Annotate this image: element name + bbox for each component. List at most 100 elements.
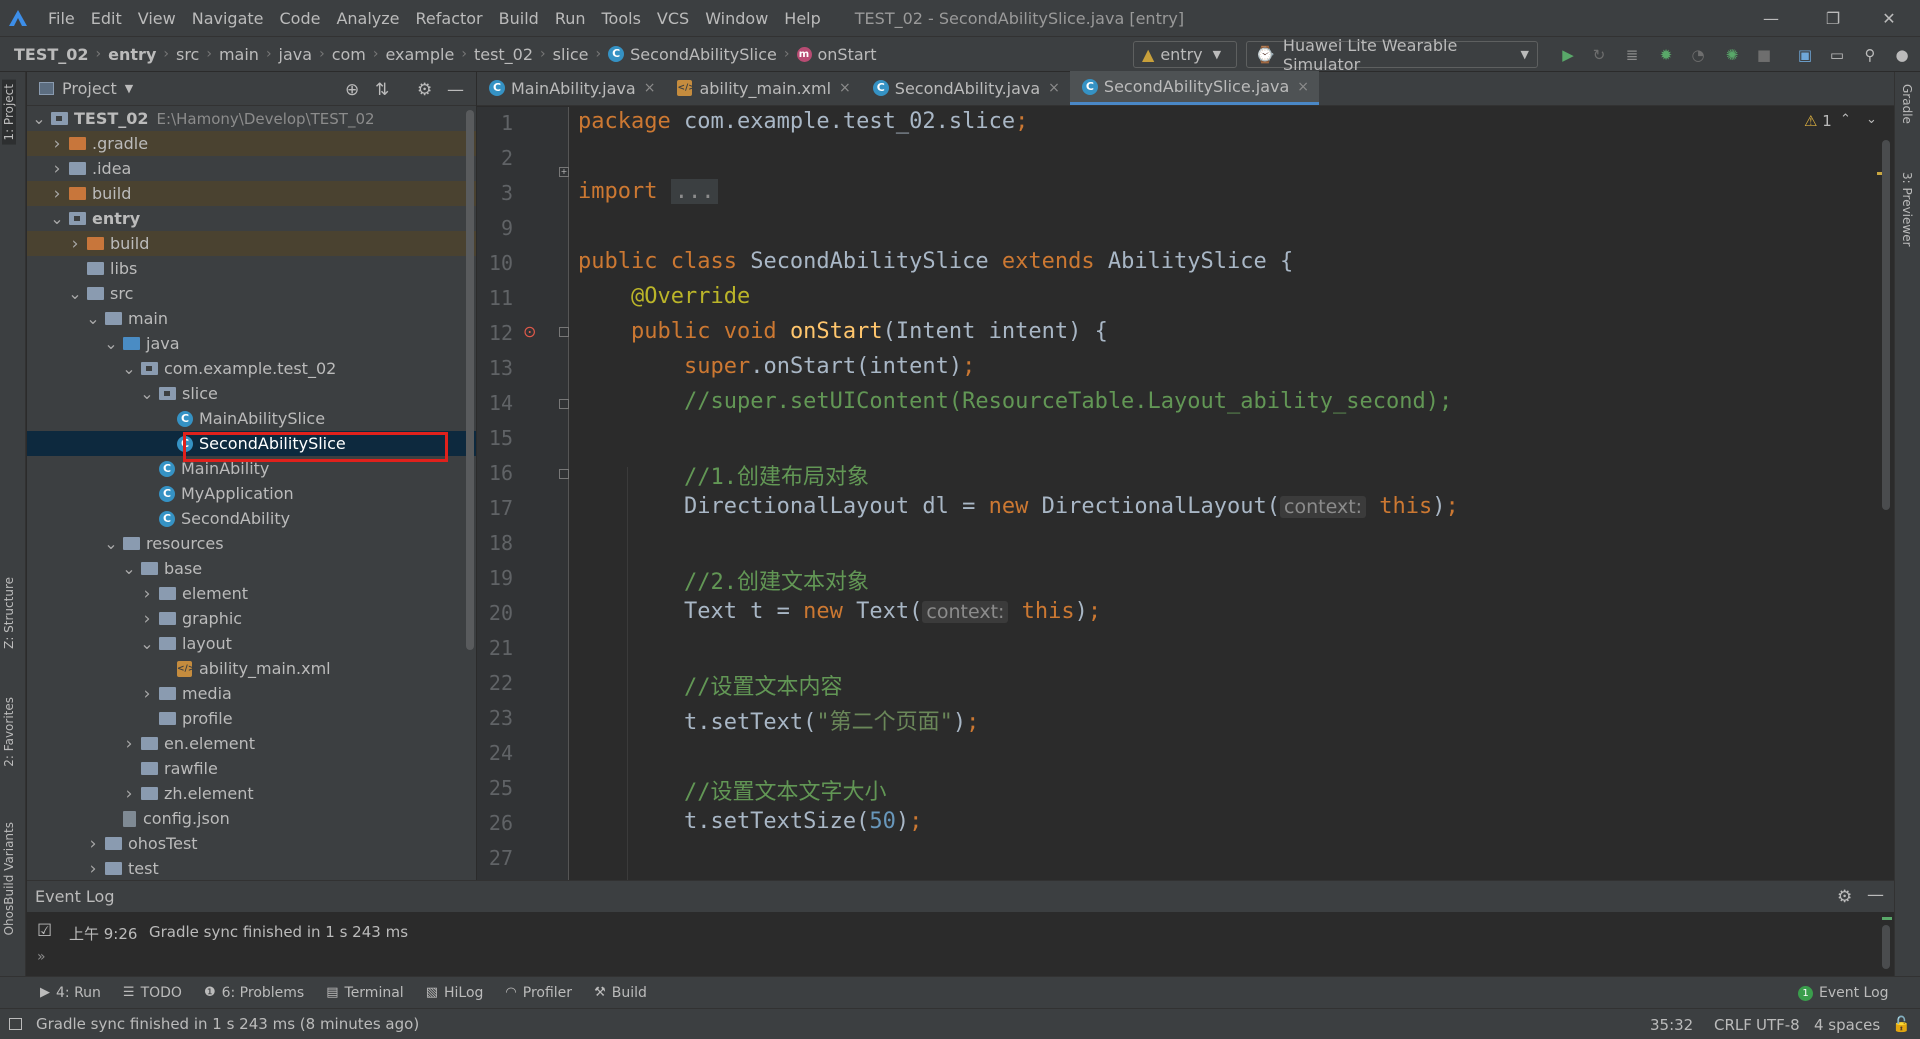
tab-gradle-tool[interactable]: Gradle [1900,84,1914,124]
chevron-down-icon[interactable]: ⌄ [103,335,119,351]
code-line[interactable]: @Override [578,284,750,309]
code-line[interactable]: //2.创建文本对象 [578,564,869,596]
gear-icon[interactable]: ⚙ [1837,887,1852,907]
search-icon[interactable]: ⚲ [1860,45,1880,65]
tree-node[interactable]: › ohosTest [27,831,476,856]
tree-node[interactable]: › build [27,231,476,256]
chevron-right-icon[interactable]: › [85,859,101,879]
override-marker-icon[interactable]: ⊙ [523,322,536,341]
tree-node[interactable]: config.json [27,806,476,831]
run-tool-button[interactable]: ▶ 4: Run [40,985,101,1001]
tree-node[interactable]: C SecondAbility [27,506,476,531]
tree-node[interactable]: ⌄ layout [27,631,476,656]
close-icon[interactable]: × [839,80,851,96]
menu-item-code[interactable]: Code [272,9,329,28]
device-select[interactable]: ⌚ Huawei Lite Wearable Simulator ▼ [1246,36,1538,74]
menu-item-help[interactable]: Help [776,9,828,28]
tree-node[interactable]: ⌄ TEST_02 E:\Hamony\Develop\TEST_02 [27,106,476,131]
warning-icon[interactable]: ⚠ 1 [1804,112,1832,130]
tree-node[interactable]: C MainAbilitySlice [27,406,476,431]
chevron-down-icon[interactable]: ⌄ [67,285,83,301]
terminal-tool-button[interactable]: ▤ Terminal [326,985,403,1001]
chevron-down-icon[interactable]: ⌄ [49,210,65,226]
chevron-right-icon[interactable]: › [49,159,65,179]
run-icon[interactable]: ▶ [1558,45,1578,65]
run-config-select[interactable]: ▲ entry ▼ [1133,41,1237,68]
chevron-down-icon[interactable]: ▼ [125,82,133,95]
chevron-down-icon[interactable]: ⌄ [103,535,119,551]
tree-node[interactable]: libs [27,256,476,281]
menu-item-run[interactable]: Run [547,9,594,28]
code-line[interactable]: DirectionalLayout dl = new DirectionalLa… [578,494,1459,519]
hilog-tool-button[interactable]: ▧ HiLog [426,985,484,1001]
tree-node[interactable]: ⌄ resources [27,531,476,556]
restore-button[interactable]: ❐ [1802,0,1864,36]
code-line[interactable]: super.onStart(intent); [578,354,975,379]
file-encoding[interactable]: UTF-8 [1756,1016,1800,1034]
chevron-right-icon[interactable]: › [139,584,155,604]
breadcrumb-item[interactable]: main [219,45,259,64]
hide-panel-icon[interactable]: — [447,80,464,100]
project-structure-icon[interactable]: ▣ [1795,45,1815,65]
menu-item-window[interactable]: Window [697,9,776,28]
status-panel-toggle-icon[interactable] [9,1018,22,1030]
code-editor[interactable]: ⚠ 1 ⌃ ⌄ package com.example.test_02.slic… [570,107,1882,880]
close-icon[interactable]: × [644,80,656,96]
tab-previewer-tool[interactable]: 3: Previewer [1900,172,1914,247]
tree-node[interactable]: › build [27,181,476,206]
minimize-button[interactable]: — [1740,0,1802,36]
tree-node[interactable]: › test [27,856,476,881]
chevron-down-icon[interactable]: ⌄ [31,110,47,126]
todo-tool-button[interactable]: ☰ TODO [123,985,182,1001]
breadcrumb-item[interactable]: slice [553,45,589,64]
tab-build-variants-tool[interactable]: OhosBuild Variants [2,822,16,935]
project-view-label[interactable]: Project [62,79,117,98]
project-scrollbar[interactable] [466,110,474,650]
coverage-icon[interactable]: ≣ [1622,45,1642,65]
tree-node[interactable]: ⌄ entry [27,206,476,231]
lock-icon[interactable]: 🔓 [1892,1015,1911,1033]
tree-node[interactable]: profile [27,706,476,731]
close-icon[interactable]: × [1297,79,1309,95]
chevron-down-icon[interactable]: ⌄ [85,310,101,326]
tree-node[interactable]: › .gradle [27,131,476,156]
gear-icon[interactable]: ⚙ [417,80,432,100]
profile-icon[interactable]: ◔ [1688,45,1708,65]
chevron-right-icon[interactable]: › [121,784,137,804]
editor-scrollbar[interactable] [1882,140,1890,510]
breadcrumb-item[interactable]: entry [108,45,156,64]
tree-node[interactable]: ⌄ com.example.test_02 [27,356,476,381]
problems-tool-button[interactable]: ❶ 6: Problems [204,985,304,1001]
indent-setting[interactable]: 4 spaces [1814,1016,1880,1034]
chevron-right-icon[interactable]: › [49,134,65,154]
breadcrumb-item[interactable]: TEST_02 [14,45,89,64]
tree-node[interactable]: rawfile [27,756,476,781]
tree-node[interactable]: ⌄ slice [27,381,476,406]
close-icon[interactable]: × [1048,80,1060,96]
tree-node[interactable]: ⌄ java [27,331,476,356]
device-manager-icon[interactable]: ▭ [1827,45,1847,65]
breadcrumb-item[interactable]: m onStart [796,45,877,64]
chevron-right-icon[interactable]: › [139,609,155,629]
editor-tab[interactable]: C MainAbility.java × [477,71,665,105]
chevron-down-icon[interactable]: ⌄ [139,635,155,651]
menu-item-tools[interactable]: Tools [594,9,649,28]
chevron-down-icon[interactable]: ⌄ [121,560,137,576]
menu-item-vcs[interactable]: VCS [649,9,697,28]
collapse-all-icon[interactable]: ⇅ [375,80,389,100]
code-line[interactable]: t.setText("第二个页面"); [578,704,979,736]
tree-node[interactable]: C MyApplication [27,481,476,506]
hide-panel-icon[interactable]: — [1867,885,1884,905]
fold-icon[interactable] [559,399,569,409]
line-separator[interactable]: CRLF [1714,1016,1752,1034]
tree-node[interactable]: ⌄ main [27,306,476,331]
tree-node[interactable]: ⌄ base [27,556,476,581]
tab-favorites-tool[interactable]: 2: Favorites [2,697,16,767]
editor-tab[interactable]: </> ability_main.xml × [665,71,860,105]
expand-icon[interactable]: » [37,949,46,965]
breadcrumb-item[interactable]: src [176,45,199,64]
chevron-right-icon[interactable]: › [139,684,155,704]
debug-icon[interactable]: ✹ [1656,45,1676,65]
menu-item-view[interactable]: View [130,9,184,28]
code-line[interactable]: //设置文本内容 [578,669,843,701]
